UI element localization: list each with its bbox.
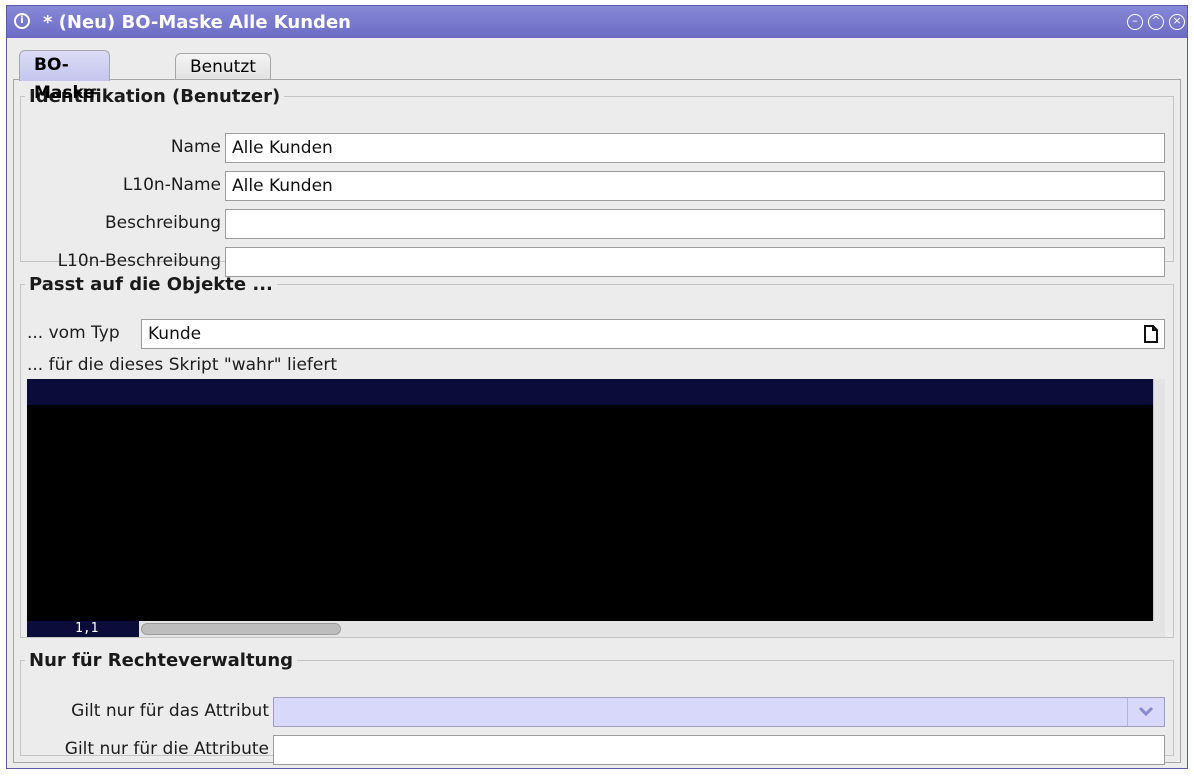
- l10n-description-input[interactable]: [225, 247, 1165, 277]
- identification-group: Identifikation (Benutzer) Name Alle Kund…: [20, 86, 1174, 277]
- close-icon[interactable]: ×: [1169, 14, 1185, 30]
- l10n-name-label: L10n-Name: [122, 175, 221, 195]
- l10n-name-input[interactable]: Alle Kunden: [225, 171, 1165, 201]
- bo-mask-window: i * (Neu) BO-Maske Alle Kunden – ^ × BO-…: [6, 5, 1188, 769]
- l10n-description-label: L10n-Beschreibung: [57, 251, 221, 271]
- script-label: ... für die dieses Skript "wahr" liefert: [27, 355, 338, 375]
- name-input[interactable]: Alle Kunden: [225, 133, 1165, 163]
- maximize-icon[interactable]: ^: [1148, 14, 1164, 30]
- vertical-scrollbar[interactable]: [1153, 379, 1165, 621]
- current-line-highlight: [27, 379, 1153, 405]
- description-label: Beschreibung: [104, 213, 221, 233]
- horizontal-scrollbar-thumb[interactable]: [141, 623, 341, 635]
- description-input[interactable]: [225, 209, 1165, 239]
- tab-benutzt-von[interactable]: Benutzt von: [175, 53, 271, 103]
- document-icon[interactable]: [1144, 325, 1158, 343]
- type-value: Kunde: [148, 324, 202, 344]
- rights-legend: Nur für Rechteverwaltung: [29, 650, 294, 671]
- tab-content: Identifikation (Benutzer) Name Alle Kund…: [13, 79, 1181, 765]
- chevron-down-icon[interactable]: [1127, 698, 1164, 726]
- type-label: ... vom Typ: [27, 323, 120, 343]
- attributes-label: Gilt nur für die Attribute: [64, 739, 269, 759]
- minimize-icon[interactable]: –: [1127, 14, 1143, 30]
- name-label: Name: [170, 137, 221, 157]
- window-menu-icon[interactable]: i: [14, 13, 30, 29]
- type-input[interactable]: Kunde: [141, 319, 1165, 349]
- attribute-select[interactable]: [273, 697, 1165, 727]
- editor-status-bar: 1,1: [27, 621, 1165, 637]
- attribute-label: Gilt nur für das Attribut: [71, 701, 269, 721]
- window-title: * (Neu) BO-Maske Alle Kunden: [43, 12, 351, 33]
- title-bar[interactable]: i * (Neu) BO-Maske Alle Kunden – ^ ×: [7, 6, 1187, 38]
- cursor-position: 1,1: [27, 621, 139, 637]
- tab-bo-maske[interactable]: BO-Maske: [19, 50, 110, 103]
- script-editor[interactable]: 1,1: [27, 379, 1165, 637]
- matches-legend: Passt auf die Objekte ...: [29, 274, 273, 295]
- rights-group: Nur für Rechteverwaltung Gilt nur für da…: [20, 650, 1174, 765]
- matches-group: Passt auf die Objekte ... ... vom Typ Ku…: [20, 274, 1174, 638]
- attributes-input[interactable]: [273, 735, 1165, 765]
